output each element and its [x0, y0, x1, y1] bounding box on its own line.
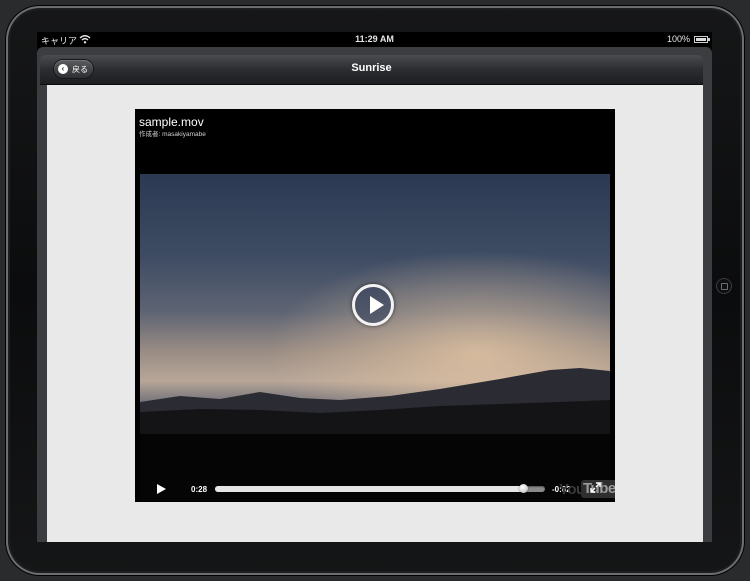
play-icon — [370, 296, 384, 314]
video-title: sample.mov — [139, 115, 204, 129]
time-elapsed: 0:28 — [191, 485, 208, 494]
navigation-bar: ‹ 戻る Sunrise — [40, 55, 703, 85]
progress-fill — [215, 486, 523, 492]
playback-controls: 0:28 -0:02 You Tube — [135, 477, 615, 501]
video-popover: ‹ 戻る Sunrise sample.mov 作成者: masakiyamab… — [37, 47, 712, 542]
content-area: sample.mov 作成者: masakiyamabe 0:28 -0:02 … — [47, 85, 703, 542]
scrubber-knob[interactable] — [518, 484, 528, 493]
video-thumbnail[interactable] — [140, 174, 610, 501]
battery-percent: 100% — [666, 34, 690, 44]
screen: キャリア 11:29 AM 100% ‹ 戻る Sunrise sample.m… — [37, 32, 712, 542]
page-title: Sunrise — [351, 62, 392, 74]
play-control-icon[interactable] — [157, 484, 166, 494]
video-author: 作成者: masakiyamabe — [139, 131, 206, 138]
video-player[interactable]: sample.mov 作成者: masakiyamabe 0:28 -0:02 … — [135, 109, 615, 502]
fullscreen-icon[interactable] — [590, 482, 601, 493]
status-bar: キャリア 11:29 AM 100% — [37, 32, 712, 47]
status-time: 11:29 AM — [355, 34, 394, 44]
battery-icon — [694, 36, 710, 43]
play-button-large[interactable] — [352, 284, 394, 326]
home-button[interactable] — [716, 278, 732, 294]
progress-scrubber[interactable] — [215, 484, 545, 493]
